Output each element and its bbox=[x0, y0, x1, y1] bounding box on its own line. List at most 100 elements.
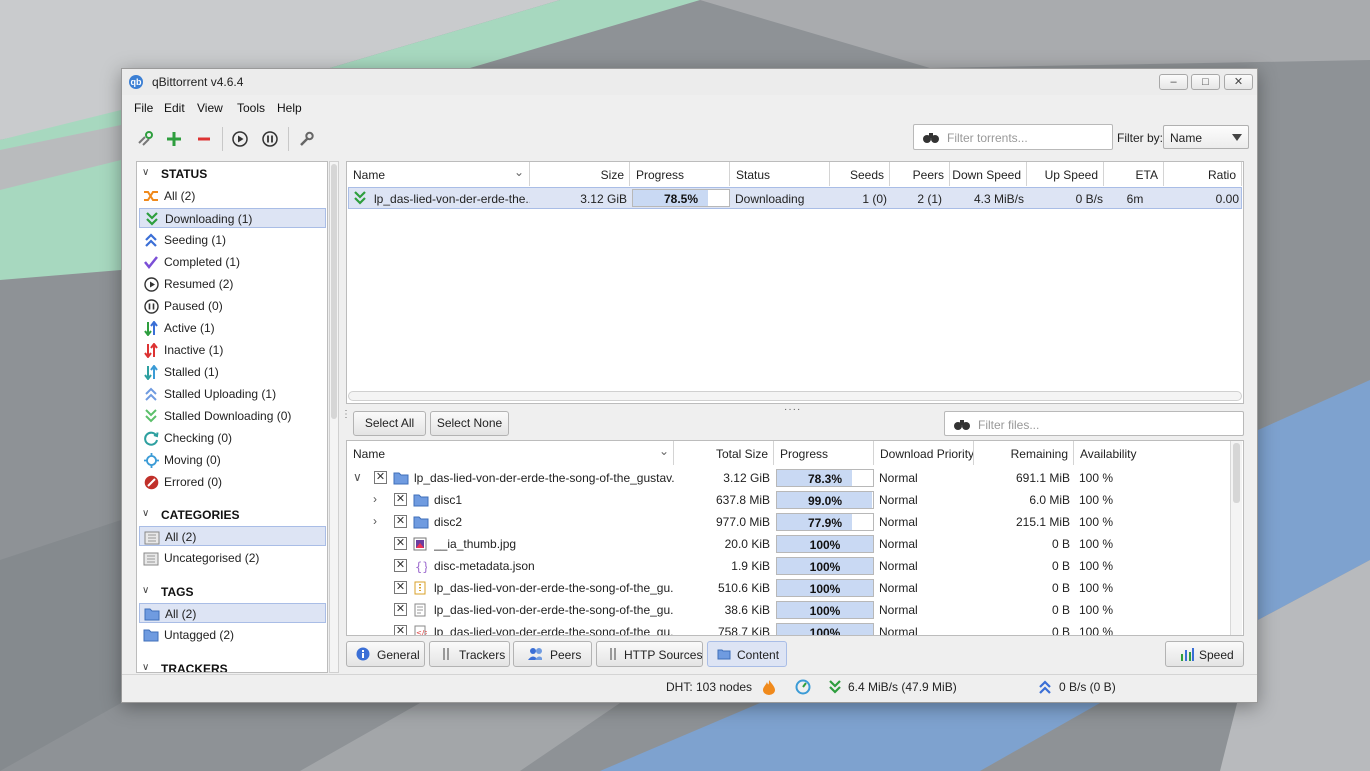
download-priority[interactable]: Normal bbox=[879, 493, 918, 507]
file-checkbox[interactable]: ✕ bbox=[394, 493, 407, 506]
column-header-download-priority[interactable]: Download Priority bbox=[874, 441, 974, 465]
column-header-ratio[interactable]: Ratio bbox=[1164, 162, 1242, 186]
chevron-right-icon[interactable]: › bbox=[373, 514, 377, 528]
options-icon[interactable] bbox=[294, 127, 318, 151]
column-header-size[interactable]: Size bbox=[530, 162, 630, 186]
firewall-flame-icon[interactable] bbox=[762, 679, 776, 695]
status-item-active[interactable]: Active (1) bbox=[139, 318, 326, 338]
status-item-inactive[interactable]: Inactive (1) bbox=[139, 340, 326, 360]
file-checkbox[interactable]: ✕ bbox=[394, 515, 407, 528]
column-header-name[interactable]: Name bbox=[347, 162, 530, 186]
column-header-availability[interactable]: Availability bbox=[1074, 441, 1232, 465]
select-none-button[interactable]: Select None bbox=[430, 411, 509, 436]
torrent-filter-input[interactable]: Filter torrents... bbox=[913, 124, 1113, 150]
add-torrent-icon[interactable] bbox=[162, 127, 186, 151]
add-link-icon[interactable] bbox=[133, 127, 157, 151]
file-checkbox[interactable]: ✕ bbox=[394, 625, 407, 635]
status-item-resumed[interactable]: Resumed (2) bbox=[139, 274, 326, 294]
tab-general[interactable]: General bbox=[346, 641, 425, 667]
column-header-name[interactable]: Name bbox=[347, 441, 674, 465]
file-checkbox[interactable]: ✕ bbox=[394, 603, 407, 616]
sidebar-scrollbar[interactable] bbox=[329, 161, 339, 673]
download-priority[interactable]: Normal bbox=[879, 471, 918, 485]
tab-content[interactable]: Content bbox=[707, 641, 787, 667]
content-row[interactable]: › ✕ disc2 977.0 MiB 77.9% Normal 215.1 MiB 100 … bbox=[347, 511, 1230, 533]
select-all-button[interactable]: Select All bbox=[353, 411, 426, 436]
splitter-handle[interactable]: ···· bbox=[784, 404, 801, 415]
scrollbar-thumb[interactable] bbox=[1233, 443, 1240, 503]
status-item-stalled-uploading[interactable]: Stalled Uploading (1) bbox=[139, 384, 326, 404]
file-checkbox[interactable]: ✕ bbox=[394, 537, 407, 550]
menu-file[interactable]: File bbox=[134, 101, 153, 115]
minimize-button[interactable]: – bbox=[1159, 74, 1188, 90]
scrollbar-thumb[interactable] bbox=[331, 164, 337, 419]
category-item-uncategorised[interactable]: Uncategorised (2) bbox=[139, 548, 326, 568]
file-filter-input[interactable]: Filter files... bbox=[944, 411, 1244, 436]
column-header-seeds[interactable]: Seeds bbox=[830, 162, 890, 186]
content-scrollbar[interactable] bbox=[1230, 441, 1242, 635]
download-priority[interactable]: Normal bbox=[879, 581, 918, 595]
alternative-speed-icon[interactable] bbox=[795, 679, 811, 695]
speed-button[interactable]: Speed bbox=[1165, 641, 1244, 667]
column-header-progress[interactable]: Progress bbox=[774, 441, 874, 465]
tab-http-sources[interactable]: HTTP Sources bbox=[596, 641, 703, 667]
download-priority[interactable]: Normal bbox=[879, 625, 918, 635]
menu-view[interactable]: View bbox=[197, 101, 223, 115]
tab-peers[interactable]: Peers bbox=[513, 641, 592, 667]
content-row[interactable]: ✕ lp_das-lied-von-der-erde-the-song-of-th… bbox=[347, 599, 1230, 621]
content-row[interactable]: ✕ __ia_thumb.jpg 20.0 KiB 100% Normal 0 B 100 … bbox=[347, 533, 1230, 555]
chevron-right-icon[interactable]: › bbox=[373, 492, 377, 506]
column-header-peers[interactable]: Peers bbox=[890, 162, 950, 186]
content-row[interactable]: › ✕ disc1 637.8 MiB 99.0% Normal 6.0 MiB 100 % bbox=[347, 489, 1230, 511]
content-row[interactable]: ✕ </> lp_das-lied-von-der-erde-the-song-of… bbox=[347, 621, 1230, 635]
horizontal-scrollbar[interactable] bbox=[348, 391, 1242, 401]
download-priority[interactable]: Normal bbox=[879, 559, 918, 573]
column-header-progress[interactable]: Progress bbox=[630, 162, 730, 186]
maximize-button[interactable]: □ bbox=[1191, 74, 1220, 90]
download-priority[interactable]: Normal bbox=[879, 603, 918, 617]
file-checkbox[interactable]: ✕ bbox=[394, 581, 407, 594]
status-item-checking[interactable]: Checking (0) bbox=[139, 428, 326, 448]
status-item-moving[interactable]: Moving (0) bbox=[139, 450, 326, 470]
status-item-all[interactable]: All (2) bbox=[139, 186, 326, 206]
upload-speed-status[interactable]: 0 B/s (0 B) bbox=[1059, 680, 1116, 702]
content-row[interactable]: ∨ ✕ lp_das-lied-von-der-erde-the-song-of-t… bbox=[347, 467, 1230, 489]
torrent-row[interactable]: lp_das-lied-von-der-erde-the... 3.12 GiB… bbox=[348, 187, 1242, 209]
column-header-total-size[interactable]: Total Size bbox=[674, 441, 774, 465]
status-item-stalled[interactable]: Stalled (1) bbox=[139, 362, 326, 382]
category-item-all[interactable]: All (2) bbox=[139, 526, 326, 546]
trackers-section-header[interactable]: ∨ TRACKERS bbox=[137, 659, 327, 672]
tag-item-all[interactable]: All (2) bbox=[139, 603, 326, 623]
download-priority[interactable]: Normal bbox=[879, 537, 918, 551]
column-header-remaining[interactable]: Remaining bbox=[974, 441, 1074, 465]
column-header-status[interactable]: Status bbox=[730, 162, 830, 186]
filter-by-select[interactable]: Name bbox=[1163, 125, 1249, 149]
tag-item-untagged[interactable]: Untagged (2) bbox=[139, 625, 326, 645]
tags-section-header[interactable]: ∨ TAGS bbox=[137, 582, 327, 602]
menu-edit[interactable]: Edit bbox=[164, 101, 185, 115]
download-speed-status[interactable]: 6.4 MiB/s (47.9 MiB) bbox=[848, 680, 957, 702]
tab-trackers[interactable]: Trackers bbox=[429, 641, 510, 667]
column-header-down-speed[interactable]: Down Speed bbox=[950, 162, 1027, 186]
file-checkbox[interactable]: ✕ bbox=[394, 559, 407, 572]
status-section-header[interactable]: ∨ STATUS bbox=[137, 164, 327, 184]
categories-section-header[interactable]: ∨ CATEGORIES bbox=[137, 505, 327, 525]
remove-icon[interactable] bbox=[192, 127, 216, 151]
column-header-up-speed[interactable]: Up Speed bbox=[1027, 162, 1104, 186]
content-row[interactable]: ✕ {} disc-metadata.json 1.9 KiB 100% Normal 0 … bbox=[347, 555, 1230, 577]
column-header-eta[interactable]: ETA bbox=[1104, 162, 1164, 186]
status-item-seeding[interactable]: Seeding (1) bbox=[139, 230, 326, 250]
splitter-handle-vertical[interactable]: ⋮ bbox=[341, 409, 351, 420]
close-button[interactable]: ✕ bbox=[1224, 74, 1253, 90]
pause-icon[interactable] bbox=[258, 127, 282, 151]
download-priority[interactable]: Normal bbox=[879, 515, 918, 529]
status-item-errored[interactable]: Errored (0) bbox=[139, 472, 326, 492]
file-checkbox[interactable]: ✕ bbox=[374, 471, 387, 484]
status-item-completed[interactable]: Completed (1) bbox=[139, 252, 326, 272]
status-item-stalled-downloading[interactable]: Stalled Downloading (0) bbox=[139, 406, 326, 426]
chevron-down-icon[interactable]: ∨ bbox=[353, 470, 362, 484]
status-item-paused[interactable]: Paused (0) bbox=[139, 296, 326, 316]
content-row[interactable]: ✕ lp_das-lied-von-der-erde-the-song-of-th… bbox=[347, 577, 1230, 599]
status-item-downloading[interactable]: Downloading (1) bbox=[139, 208, 326, 228]
resume-icon[interactable] bbox=[228, 127, 252, 151]
